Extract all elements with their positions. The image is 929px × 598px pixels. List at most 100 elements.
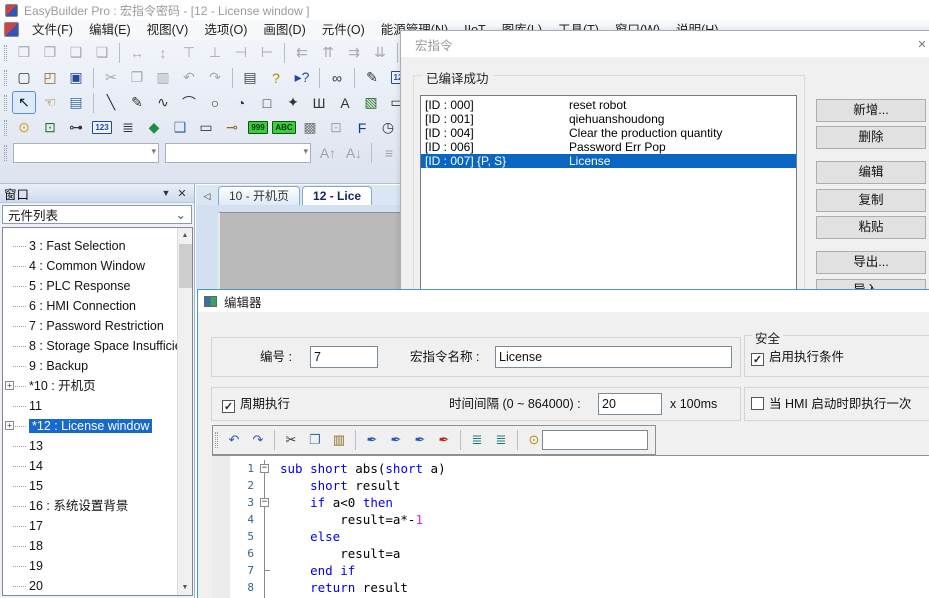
menu-4[interactable]: 选项(O) [196,20,255,40]
properties-icon[interactable]: ▤ [64,91,88,114]
粘贴-button[interactable]: 粘贴 [816,216,926,239]
code-line[interactable]: 3− if a<0 then [212,494,929,511]
design-canvas[interactable]: HMI [196,205,406,290]
macro-id-input[interactable] [310,346,378,368]
menu-2[interactable]: 编辑(E) [81,20,139,40]
pen-style-icon[interactable]: ✎ [360,66,384,89]
redo-icon[interactable]: ↷ [247,430,269,450]
print-icon[interactable]: ▤ [238,66,262,89]
macro-list-row[interactable]: [ID : 001]qiehuanshoudong [421,112,796,126]
tree-item[interactable]: +*10 : 开机页 [3,376,192,396]
macro-list-row[interactable]: [ID : 004]Clear the production quantity [421,126,796,140]
fold-collapse-icon[interactable]: − [260,464,269,473]
clear-marks-icon[interactable]: ✒ [433,430,455,450]
删除-button[interactable]: 删除 [816,126,926,149]
tree-item[interactable]: 8 : Storage Space Insufficient [3,336,192,356]
code-line[interactable]: 5 else [212,528,929,545]
clock-icon[interactable]: ◷ [376,116,400,139]
tree-item[interactable]: 3 : Fast Selection [3,236,192,256]
code-line[interactable]: 8 return result [212,579,929,596]
code-line[interactable]: 1−sub short abs(short a) [212,460,929,477]
paste-icon[interactable]: ▥ [328,430,350,450]
tab-2[interactable]: 12 - Lice [302,186,372,205]
menu-1[interactable]: 文件(F) [24,20,81,40]
font-name-combo[interactable]: ▾ [13,143,159,163]
context-help-icon[interactable]: ▸? [290,66,314,89]
tree-item[interactable]: 19 [3,556,192,576]
arc-tool-icon[interactable]: ⌒ [177,91,201,114]
ellipse-tool-icon[interactable]: ○ [203,91,227,114]
enable-condition-checkbox[interactable]: ✓启用执行条件 [751,350,844,366]
menu-5[interactable]: 画图(D) [255,20,313,40]
new-file-icon[interactable]: ▢ [12,66,36,89]
cut-icon[interactable]: ✂ [280,430,302,450]
insert-mark-icon[interactable]: ✒ [361,430,383,450]
open-file-icon[interactable]: ◰ [38,66,62,89]
key-object-icon[interactable]: ⊸ [220,116,244,139]
ascii-display-icon[interactable]: ABC [272,116,296,139]
pie-tool-icon[interactable]: ◔ [229,91,253,114]
display-off-icon[interactable]: ▩ [298,116,322,139]
tree-item[interactable]: 16 : 系统设置背景 [3,496,192,516]
tree-item[interactable]: 11 [3,396,192,416]
menu-6[interactable]: 元件(O) [314,20,373,40]
复制-button[interactable]: 复制 [816,189,926,212]
tree-item[interactable]: 4 : Common Window [3,256,192,276]
copy-icon[interactable]: ❐ [304,430,326,450]
tab-1[interactable]: 10 - 开机页 [218,186,300,205]
periodic-checkbox[interactable]: ✓周期执行 [222,397,290,413]
window-layers-icon[interactable]: ≣ [116,116,140,139]
新增-button[interactable]: 新增... [816,99,926,122]
select-pointer-icon[interactable]: ↖ [12,91,36,114]
macro-list-row[interactable]: [ID : 000]reset robot [421,98,796,112]
object-list-dropdown[interactable]: 元件列表 ⌄ [2,205,192,224]
polygon-tool-icon[interactable]: ✦ [281,91,305,114]
code-line[interactable]: 7 end if [212,562,929,579]
word-lamp-icon[interactable]: ⊡ [38,116,62,139]
bezier-tool-icon[interactable]: ✎ [125,91,149,114]
help-icon[interactable]: ? [264,66,288,89]
canvas-window[interactable]: HMI [218,212,406,290]
undo-icon[interactable]: ↶ [223,430,245,450]
导出-button[interactable]: 导出... [816,251,926,274]
slider-icon[interactable]: ▭ [194,116,218,139]
code-line[interactable]: 4 result=a*-1 [212,511,929,528]
macro-list-row[interactable]: [ID : 007] {P, S}License [421,154,796,168]
fold-marker[interactable]: − [258,460,272,477]
code-line[interactable]: 6 result=a [212,545,929,562]
numeric-input-icon[interactable]: 123 [90,116,114,139]
popup-message-icon[interactable]: ❑ [168,116,192,139]
fold-collapse-icon[interactable]: − [260,498,269,507]
editor-search-input[interactable] [542,430,648,450]
scroll-up-icon[interactable]: ▲ [178,228,192,243]
rect-tool-icon[interactable]: □ [255,91,279,114]
indent-icon[interactable]: ≣ [466,430,488,450]
scroll-down-icon[interactable]: ▼ [178,580,192,595]
tree-item[interactable]: 6 : HMI Connection [3,296,192,316]
scale-tool-icon[interactable]: Ш [307,91,331,114]
panel-menu-icon[interactable]: ▼ [158,188,174,198]
function-button-icon[interactable]: F [350,116,374,139]
tree-item[interactable]: +*12 : License window [3,416,192,436]
save-icon[interactable]: ▣ [64,66,88,89]
text-tool-icon[interactable]: A [333,91,357,114]
polyline-tool-icon[interactable]: ∿ [151,91,175,114]
picture-tool-icon[interactable]: ▧ [359,91,383,114]
macro-name-input[interactable] [495,346,732,368]
tree-item[interactable]: 15 [3,476,192,496]
code-editor[interactable]: 1−sub short abs(short a)2 short result3−… [212,455,929,598]
next-mark-icon[interactable]: ✒ [409,430,431,450]
code-line[interactable]: 2 short result [212,477,929,494]
font-size-combo[interactable]: ▾ [165,143,311,163]
function-key-icon[interactable]: ◆ [142,116,166,139]
tree-item[interactable]: 13 [3,436,192,456]
find-macro-icon[interactable]: ∞ [325,66,349,89]
scrollbar-thumb[interactable] [179,244,192,288]
run-once-checkbox[interactable]: 当 HMI 启动时即执行一次 [751,397,911,412]
line-tool-icon[interactable]: ╲ [99,91,123,114]
tree-item[interactable]: 17 [3,516,192,536]
tree-item[interactable]: 5 : PLC Response [3,276,192,296]
hand-pan-icon[interactable]: ☜ [38,91,62,114]
tree-item[interactable]: 20 [3,576,192,596]
tree-item[interactable]: 14 [3,456,192,476]
